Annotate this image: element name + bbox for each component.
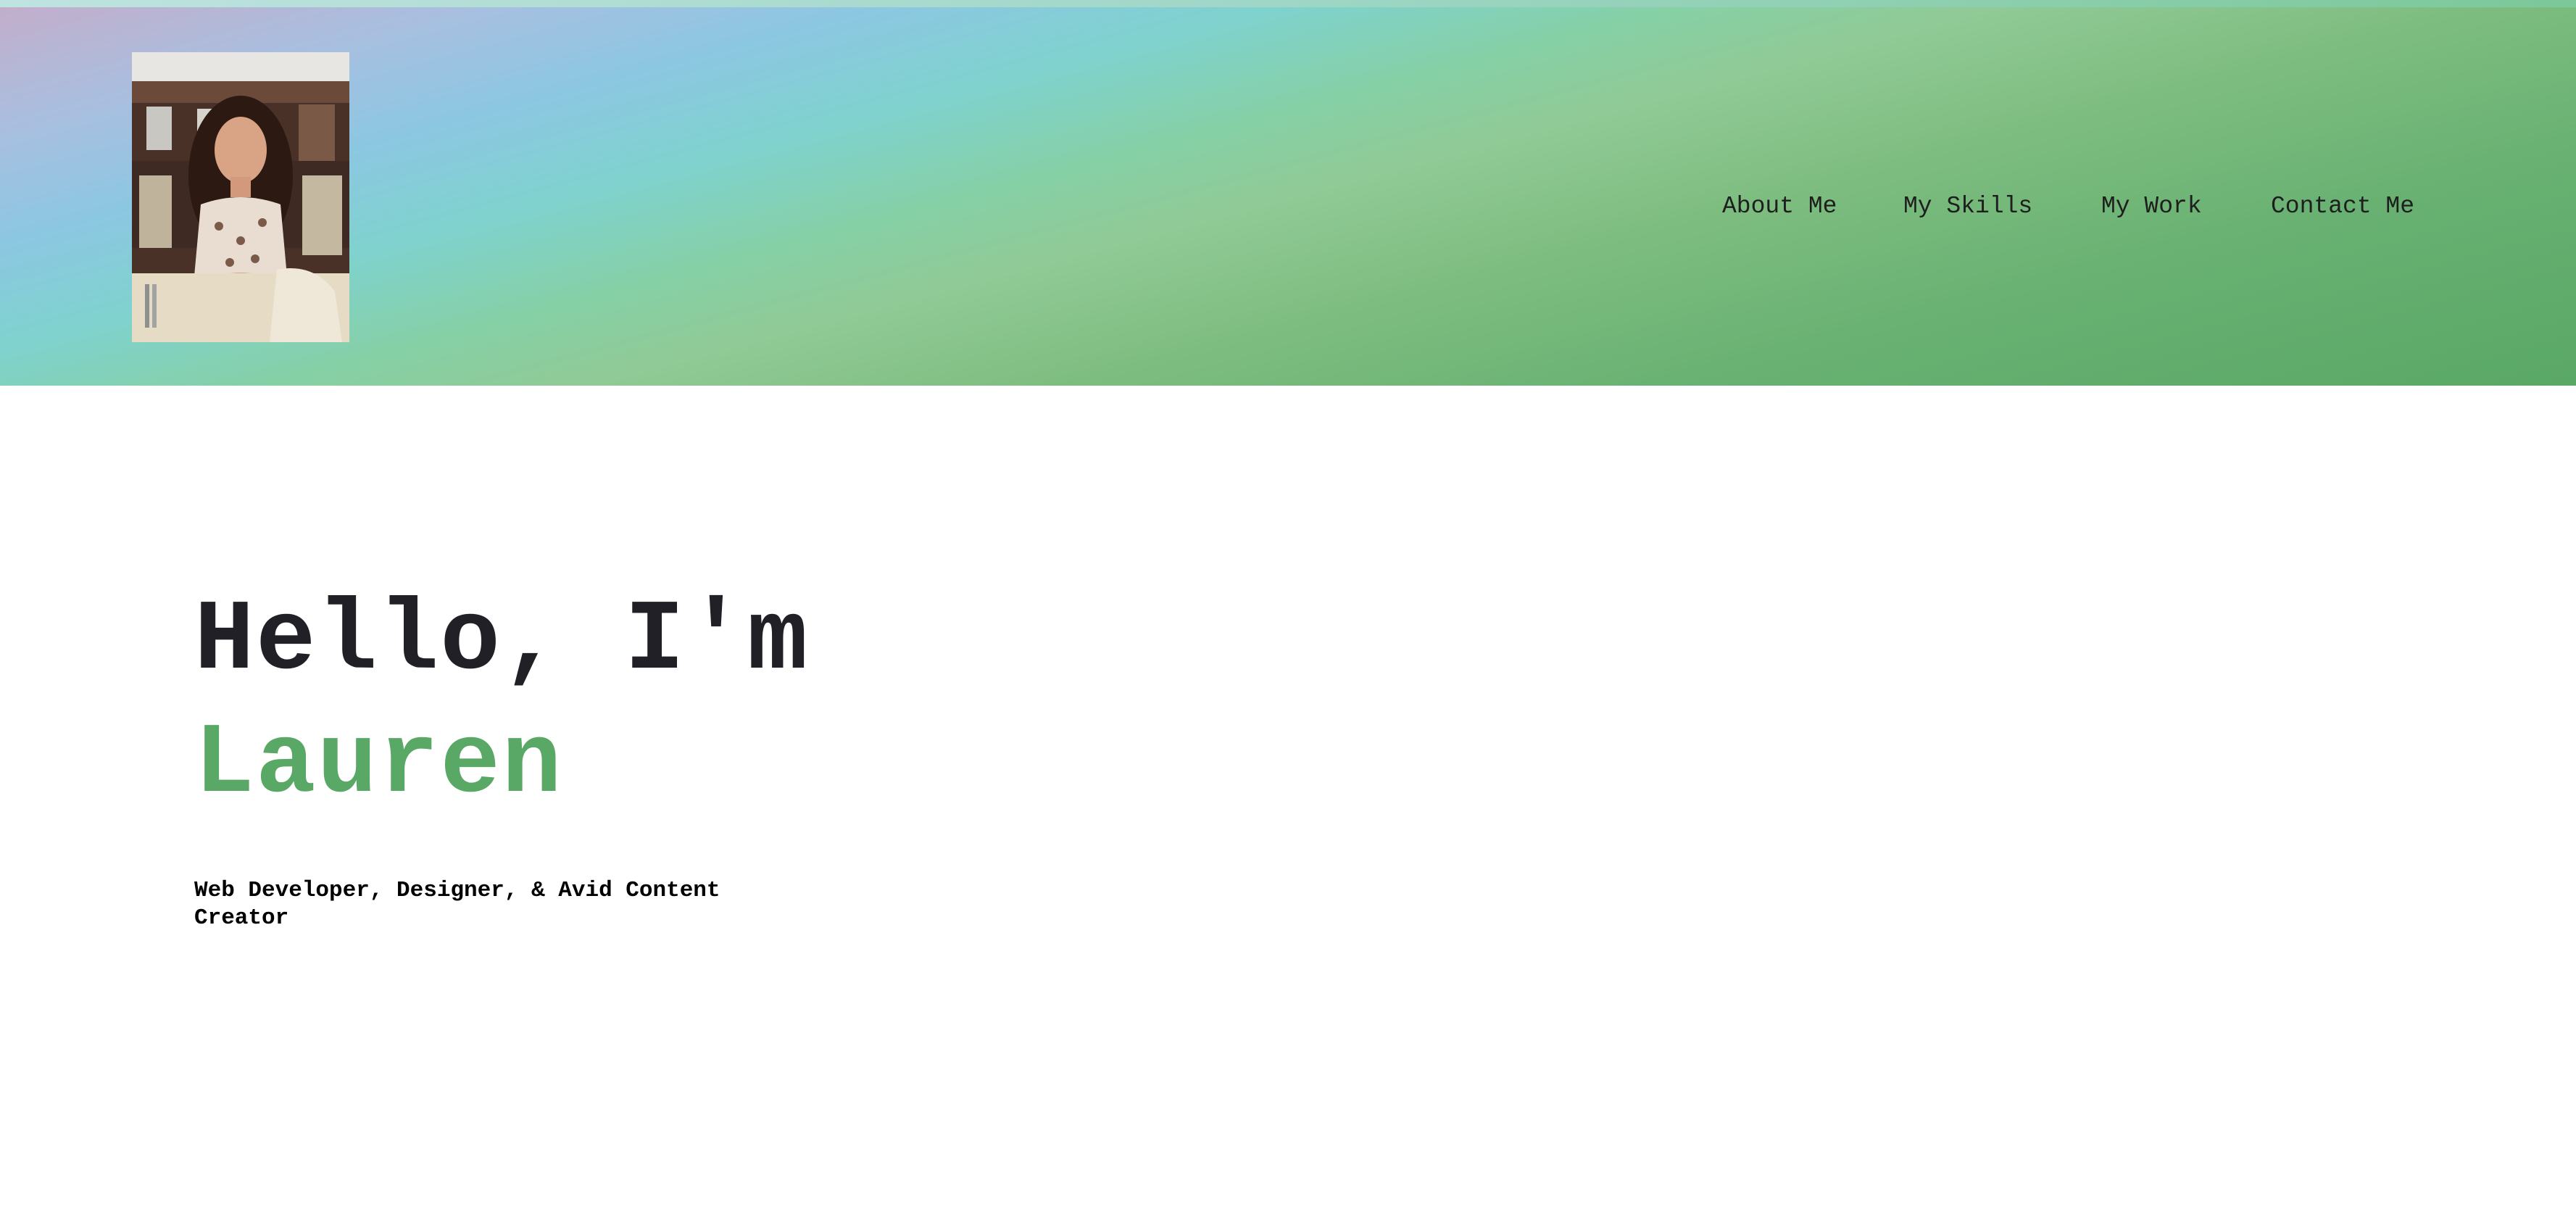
nav-contact-me[interactable]: Contact Me [2271,192,2414,221]
hero-greeting: Hello, I'm [194,585,810,698]
nav-my-work[interactable]: My Work [2101,192,2202,221]
avatar [132,52,349,342]
nav-my-skills[interactable]: My Skills [1903,192,2032,221]
hero-tagline: Web Developer, Designer, & Avid Content … [194,878,720,931]
top-strip [0,0,2576,7]
nav-about-me[interactable]: About Me [1722,192,1837,221]
hero-section: Hello, I'm Lauren Web Developer, Designe… [194,580,1209,955]
hero-name: Lauren [194,708,563,821]
site-header: About Me My Skills My Work Contact Me [0,7,2576,386]
